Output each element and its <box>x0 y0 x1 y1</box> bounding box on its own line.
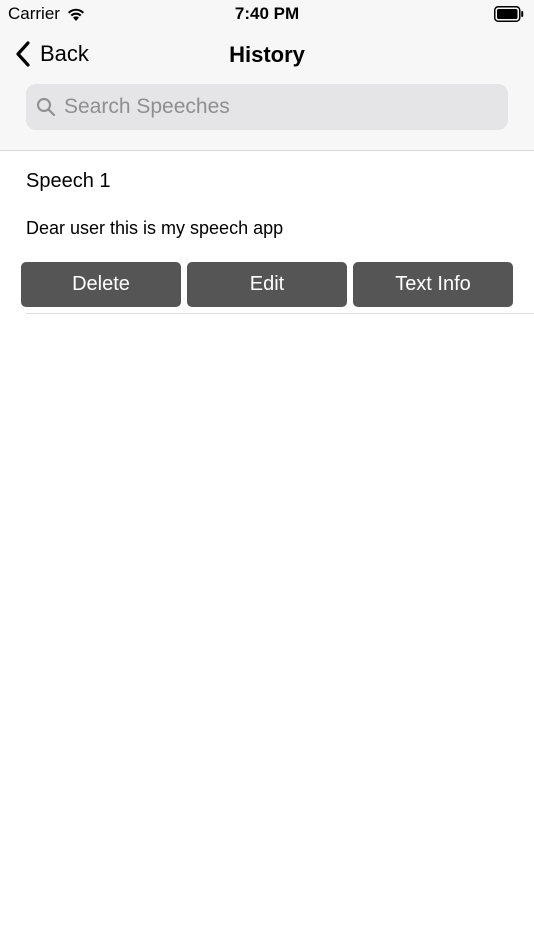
text-info-button[interactable]: Text Info <box>353 262 513 307</box>
edit-button[interactable]: Edit <box>187 262 347 307</box>
page-title: History <box>229 42 305 67</box>
cell-divider <box>26 313 534 314</box>
status-time: 7:40 PM <box>234 4 300 23</box>
battery-icon <box>494 6 524 22</box>
search-bar[interactable] <box>26 84 508 130</box>
search-icon <box>37 98 56 117</box>
status-bar: Carrier 7:40 PM <box>0 0 534 28</box>
speech-text: Dear user this is my speech app <box>26 218 284 238</box>
header-area: Carrier 7:40 PM Back History <box>0 0 534 151</box>
action-button-row: Delete Edit Text Info <box>21 262 513 307</box>
speech-title: Speech 1 <box>26 170 111 192</box>
search-input[interactable] <box>64 87 508 127</box>
list-item[interactable]: Speech 1 Dear user this is my speech app… <box>0 151 534 314</box>
delete-button[interactable]: Delete <box>21 262 181 307</box>
navigation-bar: Back History <box>0 32 534 76</box>
